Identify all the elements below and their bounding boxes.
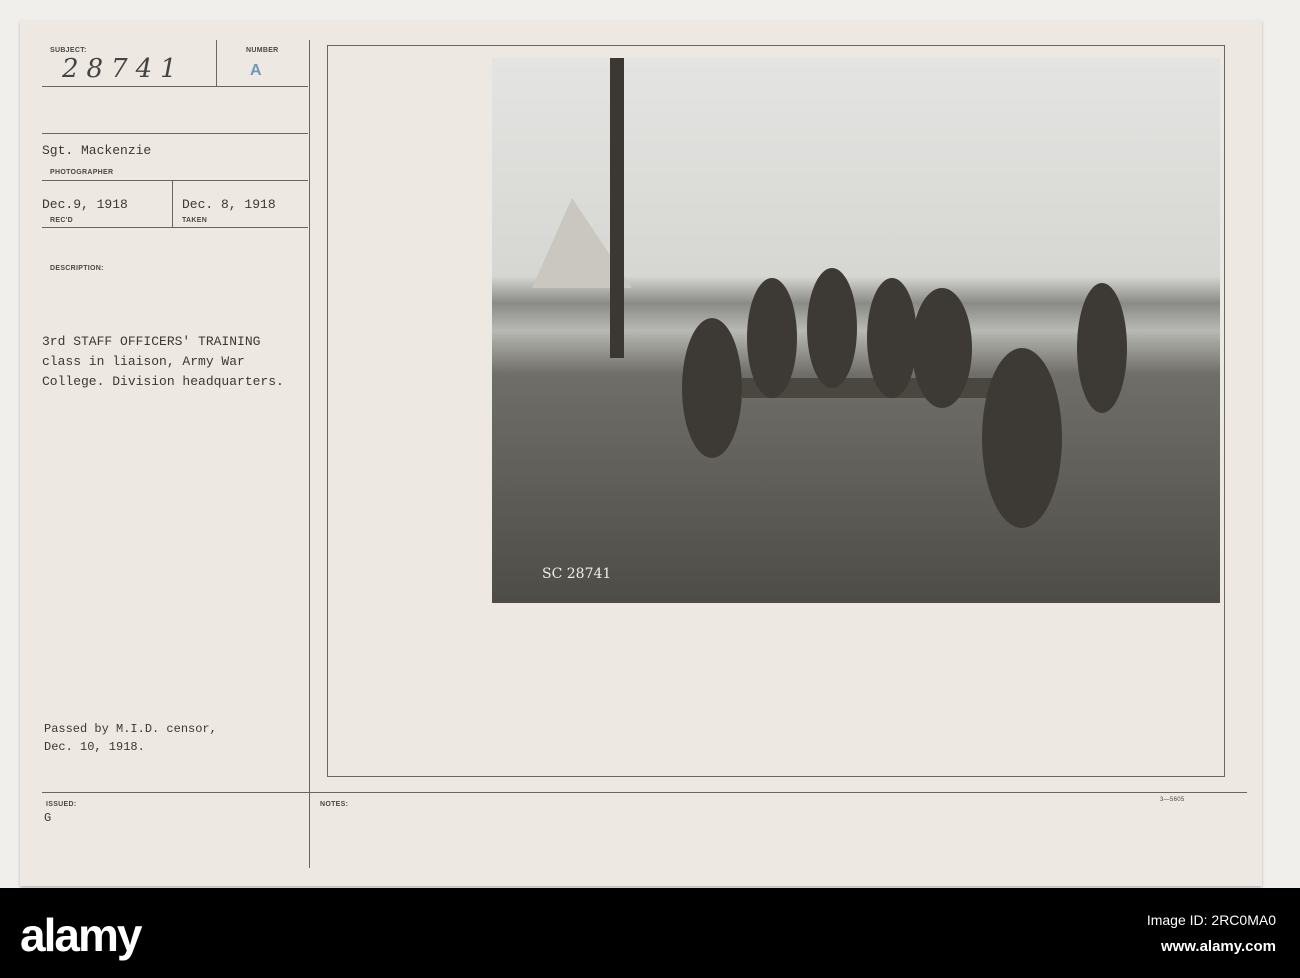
alamy-url[interactable]: www.alamy.com (1161, 938, 1276, 955)
divider (216, 40, 217, 86)
number-stamp: A (250, 62, 262, 79)
description-text: 3rd STAFF OFFICERS' TRAINING class in li… (42, 334, 284, 389)
subject-label: SUBJECT: (50, 47, 87, 54)
divider (42, 133, 308, 134)
issued-value: G (44, 811, 52, 825)
archive-card: SUBJECT: 28741 NUMBER A Sgt. Mackenzie P… (20, 20, 1262, 886)
image-id: Image ID: 2RC0MA0 (1146, 912, 1276, 928)
historical-photo: SC 28741 (492, 58, 1220, 603)
divider (42, 86, 308, 87)
photo-scene: SC 28741 (532, 58, 1127, 582)
watermark-footer: alamy Image ID: 2RC0MA0 www.alamy.com (0, 888, 1300, 978)
photographer-name: Sgt. Mackenzie (42, 143, 152, 158)
divider (42, 180, 308, 181)
divider (172, 180, 173, 227)
notes-label: NOTES: (320, 801, 349, 808)
received-label: REC'D (50, 217, 73, 224)
censor-note: Passed by M.I.D. censor, Dec. 10, 1918. (44, 722, 217, 754)
taken-label: TAKEN (182, 217, 208, 224)
tree-trunk (610, 58, 624, 358)
description-label: DESCRIPTION: (50, 265, 104, 272)
taken-date: Dec. 8, 1918 (182, 197, 276, 212)
subject-number: 28741 (62, 54, 185, 84)
issued-label: ISSUED: (46, 801, 77, 808)
divider (42, 227, 308, 228)
alamy-logo: alamy (20, 909, 142, 961)
divider (309, 40, 310, 868)
photo-caption: SC 28741 (542, 566, 611, 582)
received-date: Dec.9, 1918 (42, 197, 128, 212)
form-number: 3—5605 (1160, 797, 1185, 803)
number-label: NUMBER (246, 47, 279, 54)
photographer-label: PHOTOGRAPHER (50, 169, 114, 176)
divider (42, 792, 1247, 793)
